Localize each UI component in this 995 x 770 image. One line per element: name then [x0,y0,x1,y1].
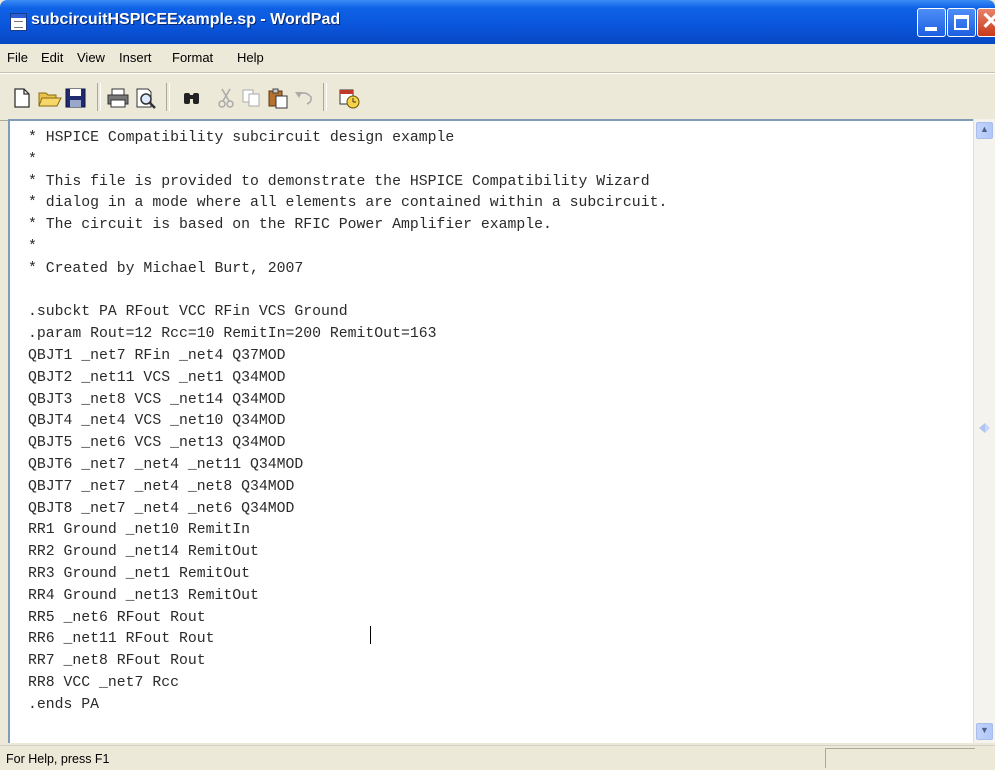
document-line[interactable]: RR7 _net8 RFout Rout [28,653,206,669]
document-line[interactable]: RR1 Ground _net10 RemitIn [28,522,250,538]
close-button[interactable]: ✕ [977,8,995,37]
document-line[interactable]: QBJT5 _net6 VCS _net13 Q34MOD [28,435,286,451]
toolbar-separator [97,83,101,111]
document-line[interactable]: QBJT1 _net7 RFin _net4 Q37MOD [28,348,286,364]
close-icon: ✕ [981,8,995,35]
open-folder-icon[interactable] [38,87,62,109]
cut-scissors-icon[interactable] [214,87,238,109]
document-line[interactable]: * Created by Michael Burt, 2007 [28,261,303,277]
menu-insert[interactable]: Insert [119,50,152,65]
document-line[interactable]: .param Rout=12 Rcc=10 RemitIn=200 RemitO… [28,326,436,342]
document-line[interactable]: * The circuit is based on the RFIC Power… [28,217,552,233]
menu-view[interactable]: View [77,50,105,65]
maximize-icon [954,15,969,30]
find-binoculars-icon[interactable] [180,87,204,109]
arrow-up-icon: ▲ [980,124,989,134]
document-line[interactable]: * [28,239,37,255]
scrollbar-thumb[interactable] [976,419,993,437]
vertical-scrollbar[interactable]: ▲ ▼ [973,119,995,743]
document-line[interactable]: QBJT2 _net11 VCS _net1 Q34MOD [28,370,286,386]
document-line[interactable]: QBJT3 _net8 VCS _net14 Q34MOD [28,392,286,408]
document-line[interactable]: * This file is provided to demonstrate t… [28,174,650,190]
menu-help[interactable]: Help [237,50,264,65]
maximize-button[interactable] [947,8,976,37]
minimize-icon [925,27,937,31]
wordpad-window: subcircuitHSPICEExample.sp - WordPad ✕ F… [0,0,995,770]
new-document-icon[interactable] [10,87,34,109]
print-preview-icon[interactable] [134,87,158,109]
document-line[interactable]: .ends PA [28,697,99,713]
document-line[interactable]: QBJT4 _net4 VCS _net10 Q34MOD [28,413,286,429]
copy-icon[interactable] [240,87,264,109]
menu-edit[interactable]: Edit [41,50,63,65]
save-disk-icon[interactable] [64,87,88,109]
document-line[interactable]: * [28,152,37,168]
menu-file[interactable]: File [7,50,28,65]
document-line[interactable]: QBJT6 _net7 _net4 _net11 Q34MOD [28,457,303,473]
document-line[interactable]: RR3 Ground _net1 RemitOut [28,566,250,582]
insert-date-time-icon[interactable] [338,87,362,109]
document-line[interactable]: RR4 Ground _net13 RemitOut [28,588,259,604]
document-line[interactable]: * dialog in a mode where all elements ar… [28,195,667,211]
toolbar-separator [323,83,327,111]
status-panel [825,748,975,768]
scroll-up-button[interactable]: ▲ [976,122,993,139]
document-line[interactable]: RR6 _net11 RFout Rout [28,631,214,647]
document-line[interactable]: .subckt PA RFout VCC RFin VCS Ground [28,304,348,320]
toolbar-separator [166,83,170,111]
title-bar[interactable]: subcircuitHSPICEExample.sp - WordPad ✕ [0,0,995,44]
print-icon[interactable] [106,87,130,109]
toolbar [0,73,995,121]
document-line[interactable]: QBJT8 _net7 _net4 _net6 Q34MOD [28,501,294,517]
status-bar: For Help, press F1 [0,745,995,770]
menu-format[interactable]: Format [172,50,213,65]
document-line[interactable]: RR2 Ground _net14 RemitOut [28,544,259,560]
document-line[interactable]: * HSPICE Compatibility subcircuit design… [28,130,454,146]
document-line[interactable]: RR8 VCC _net7 Rcc [28,675,179,691]
text-caret [370,626,371,644]
document-line[interactable]: QBJT7 _net7 _net4 _net8 Q34MOD [28,479,294,495]
document-text[interactable]: * HSPICE Compatibility subcircuit design… [28,128,667,717]
undo-icon[interactable] [292,87,316,109]
arrow-down-icon: ▼ [980,725,989,735]
scroll-down-button[interactable]: ▼ [976,723,993,740]
paste-icon[interactable] [266,87,290,109]
document-line[interactable]: RR5 _net6 RFout Rout [28,610,206,626]
wordpad-app-icon[interactable] [10,13,27,31]
menu-bar: File Edit View Insert Format Help [0,44,995,73]
document-editor[interactable]: * HSPICE Compatibility subcircuit design… [8,119,973,743]
minimize-button[interactable] [917,8,946,37]
window-title: subcircuitHSPICEExample.sp - WordPad [31,11,341,28]
status-text: For Help, press F1 [6,752,110,766]
